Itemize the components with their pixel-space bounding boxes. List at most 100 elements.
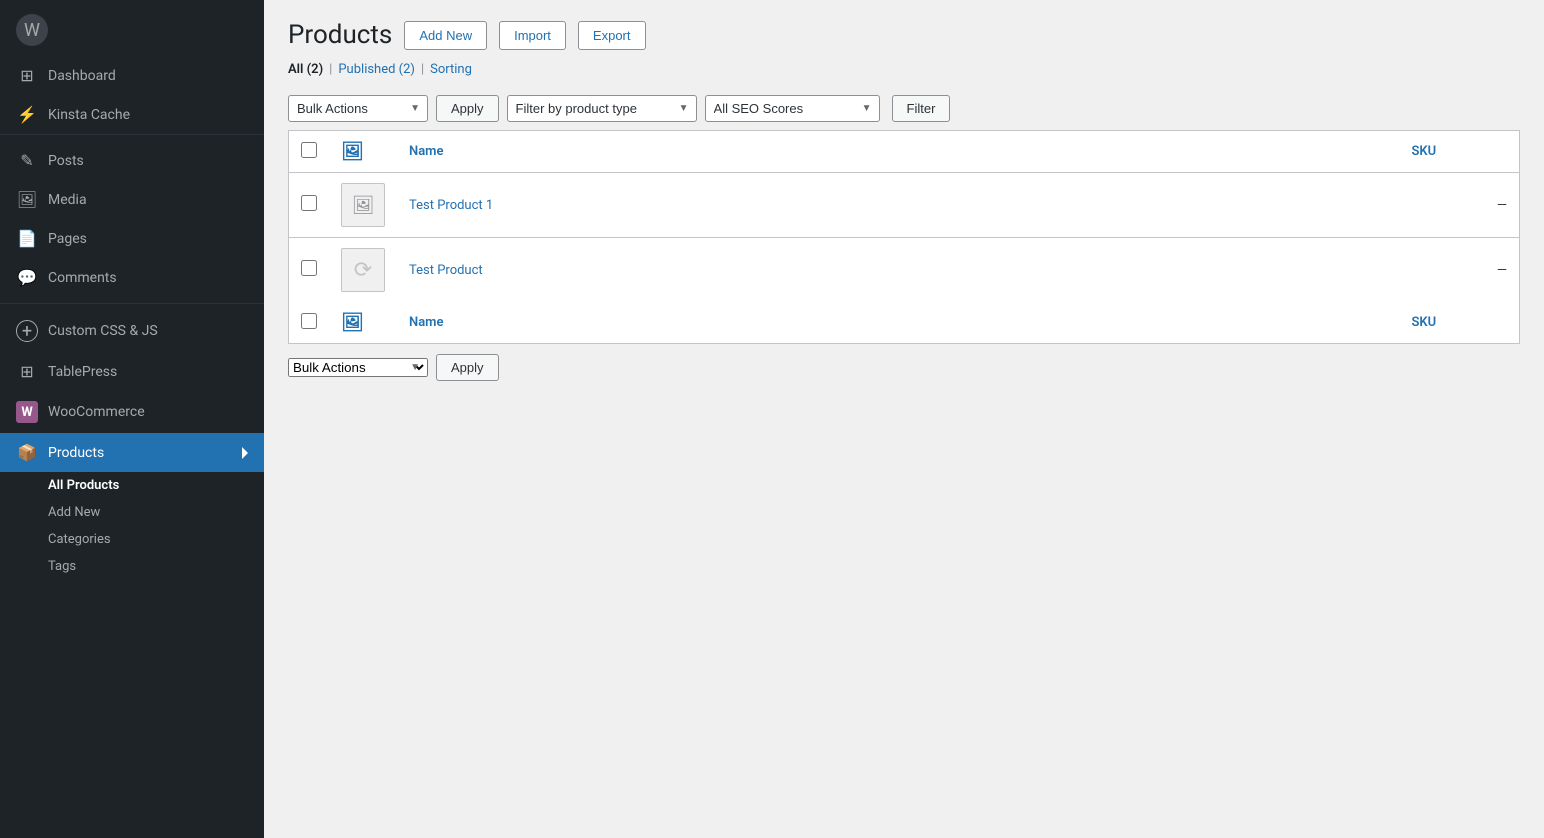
- row-sku-cell-1: —: [1400, 173, 1520, 238]
- table-row: ⟳ Test Product —: [289, 238, 1520, 303]
- filter-tab-published[interactable]: Published (2): [338, 62, 415, 77]
- seo-scores-wrapper: All SEO Scores ▼: [705, 95, 880, 122]
- col-footer-checkbox: [289, 302, 330, 344]
- import-button[interactable]: Import: [499, 21, 566, 50]
- product-thumbnail-2: ⟳: [341, 248, 385, 292]
- col-header-name[interactable]: Name: [397, 131, 1400, 173]
- sidebar-item-label: Pages: [48, 231, 87, 247]
- sidebar-item-label: Comments: [48, 270, 117, 286]
- row-name-cell-2: Test Product: [397, 238, 1400, 303]
- col-header-sku[interactable]: SKU: [1400, 131, 1520, 173]
- kinsta-icon: ⚡: [16, 105, 38, 124]
- sidebar: W ⊞ Dashboard ⚡ Kinsta Cache ✎ Posts 🖼 M…: [0, 0, 264, 838]
- sidebar-item-label: Dashboard: [48, 68, 116, 84]
- bulk-actions-wrapper: Bulk Actions ▼: [288, 95, 428, 122]
- filter-button[interactable]: Filter: [892, 95, 951, 122]
- row-sku-cell-2: —: [1400, 238, 1520, 303]
- table-header-row: 🖼 Name SKU: [289, 131, 1520, 173]
- product-link-1[interactable]: Test Product 1: [409, 198, 493, 213]
- sidebar-item-dashboard[interactable]: ⊞ Dashboard: [0, 56, 264, 95]
- row-checkbox-2[interactable]: [301, 260, 317, 276]
- row-checkbox-1[interactable]: [301, 195, 317, 211]
- custom-css-icon: +: [16, 320, 38, 342]
- col-footer-image: 🖼: [329, 302, 397, 344]
- product-link-2[interactable]: Test Product: [409, 263, 483, 278]
- bulk-actions-select[interactable]: Bulk Actions: [288, 95, 428, 122]
- apply-button-top[interactable]: Apply: [436, 95, 499, 122]
- sidebar-item-label: Custom CSS & JS: [48, 323, 158, 339]
- posts-icon: ✎: [16, 151, 38, 170]
- wp-logo: W: [0, 0, 264, 56]
- footer-image-icon: 🖼: [341, 312, 364, 333]
- sort-name-link-bottom[interactable]: Name: [409, 315, 443, 330]
- sidebar-item-label: Kinsta Cache: [48, 107, 130, 123]
- seo-scores-select[interactable]: All SEO Scores: [705, 95, 880, 122]
- sidebar-submenu-all-products[interactable]: All Products: [48, 472, 264, 499]
- media-icon: 🖼: [16, 190, 38, 209]
- row-checkbox-cell-2: [289, 238, 330, 303]
- wp-icon: W: [16, 14, 48, 46]
- col-footer-name[interactable]: Name: [397, 302, 1400, 344]
- sort-name-link[interactable]: Name: [409, 144, 443, 159]
- products-submenu: All Products Add New Categories Tags: [0, 472, 264, 580]
- image-icon: 🖼: [341, 141, 364, 162]
- filter-product-type-select[interactable]: Filter by product type: [507, 95, 697, 122]
- add-new-button[interactable]: Add New: [404, 21, 487, 50]
- sidebar-section-content: ✎ Posts 🖼 Media 📄 Pages 💬 Comments: [0, 134, 264, 303]
- sidebar-item-label: WooCommerce: [48, 404, 145, 420]
- toolbar-top: Bulk Actions ▼ Apply Filter by product t…: [288, 87, 1520, 130]
- sidebar-item-pages[interactable]: 📄 Pages: [0, 219, 264, 258]
- products-icon: 📦: [16, 443, 38, 462]
- row-thumb-cell-2: ⟳: [329, 238, 397, 303]
- sidebar-submenu-add-new[interactable]: Add New: [48, 499, 264, 526]
- row-thumb-cell-1: 🖼: [329, 173, 397, 238]
- sidebar-section-plugins: + Custom CSS & JS ⊞ TablePress W WooComm…: [0, 303, 264, 586]
- col-footer-sku[interactable]: SKU: [1400, 302, 1520, 344]
- row-name-cell-1: Test Product 1: [397, 173, 1400, 238]
- sidebar-item-media[interactable]: 🖼 Media: [0, 180, 264, 219]
- filter-product-type-wrapper: Filter by product type ▼: [507, 95, 697, 122]
- export-button[interactable]: Export: [578, 21, 646, 50]
- sidebar-item-posts[interactable]: ✎ Posts: [0, 141, 264, 180]
- sidebar-item-label: Posts: [48, 153, 84, 169]
- sort-sku-link[interactable]: SKU: [1412, 144, 1437, 159]
- sidebar-item-products[interactable]: 📦 Products: [0, 433, 264, 472]
- main-content: Products Add New Import Export All (2) |…: [264, 0, 1544, 838]
- sidebar-item-label: Products: [48, 445, 104, 461]
- sidebar-submenu-categories[interactable]: Categories: [48, 526, 264, 553]
- tablepress-icon: ⊞: [16, 362, 38, 381]
- comments-icon: 💬: [16, 268, 38, 287]
- filter-sep-1: |: [329, 62, 332, 77]
- sidebar-item-kinsta-cache[interactable]: ⚡ Kinsta Cache: [0, 95, 264, 134]
- page-title: Products: [288, 20, 392, 50]
- table-footer-row: 🖼 Name SKU: [289, 302, 1520, 344]
- sidebar-submenu-tags[interactable]: Tags: [48, 553, 264, 580]
- bulk-actions-bottom-wrapper: Bulk Actions ▼: [288, 358, 428, 377]
- product-thumbnail-1: 🖼: [341, 183, 385, 227]
- select-all-checkbox-top[interactable]: [301, 142, 317, 158]
- toolbar-bottom: Bulk Actions ▼ Apply: [288, 344, 1520, 387]
- products-table: 🖼 Name SKU 🖼 Test Product 1: [288, 130, 1520, 344]
- col-header-image: 🖼: [329, 131, 397, 173]
- row-checkbox-cell: [289, 173, 330, 238]
- dashboard-icon: ⊞: [16, 66, 38, 85]
- filter-tab-sorting[interactable]: Sorting: [430, 62, 472, 77]
- page-header: Products Add New Import Export: [288, 20, 1520, 50]
- table-row: 🖼 Test Product 1 —: [289, 173, 1520, 238]
- filter-sep-2: |: [421, 62, 424, 77]
- sort-sku-link-bottom[interactable]: SKU: [1412, 315, 1437, 330]
- sidebar-item-comments[interactable]: 💬 Comments: [0, 258, 264, 297]
- sidebar-item-tablepress[interactable]: ⊞ TablePress: [0, 352, 264, 391]
- apply-button-bottom[interactable]: Apply: [436, 354, 499, 381]
- sidebar-item-woocommerce[interactable]: W WooCommerce: [0, 391, 264, 433]
- sidebar-item-label: TablePress: [48, 364, 117, 380]
- filter-tab-all[interactable]: All (2): [288, 62, 323, 77]
- pages-icon: 📄: [16, 229, 38, 248]
- select-all-checkbox-bottom[interactable]: [301, 313, 317, 329]
- col-header-checkbox: [289, 131, 330, 173]
- sidebar-item-custom-css-js[interactable]: + Custom CSS & JS: [0, 310, 264, 352]
- filter-tabs: All (2) | Published (2) | Sorting: [288, 62, 1520, 77]
- bulk-actions-select-bottom[interactable]: Bulk Actions: [288, 358, 428, 377]
- sidebar-arrow-icon: [242, 447, 248, 459]
- sidebar-item-label: Media: [48, 192, 87, 208]
